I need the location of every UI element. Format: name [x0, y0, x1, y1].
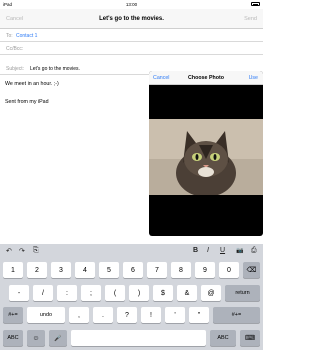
body-line-1[interactable]: We meet in an hour. ;-)	[5, 81, 59, 87]
key-8[interactable]: 8	[171, 262, 191, 278]
key-4[interactable]: 4	[75, 262, 95, 278]
to-recipient[interactable]: Contact 1	[16, 33, 37, 39]
key-comma[interactable]: ,	[69, 307, 89, 323]
key-exclamation[interactable]: !	[141, 307, 161, 323]
send-button[interactable]: Send	[244, 16, 257, 22]
key-quote[interactable]: "	[189, 307, 209, 323]
return-key[interactable]: return	[225, 285, 260, 301]
key-open-paren[interactable]: (	[105, 285, 125, 301]
space-bar[interactable]	[71, 330, 206, 346]
key-slash[interactable]: /	[33, 285, 53, 301]
choose-photo-popover: Cancel Choose Photo Use	[149, 71, 263, 236]
undo-key[interactable]: undo	[27, 307, 65, 323]
key-3[interactable]: 3	[51, 262, 71, 278]
bold-button[interactable]: B	[193, 247, 198, 254]
symbols-key-right[interactable]: #+=	[213, 307, 260, 323]
cat-photo	[149, 119, 263, 195]
picker-title: Choose Photo	[188, 75, 224, 81]
cc-bcc-label: Cc/Bcc:	[6, 46, 24, 52]
status-bar: iPad 13:00	[0, 0, 263, 9]
paste-icon[interactable]: ⎘	[33, 247, 39, 255]
key-question[interactable]: ?	[117, 307, 137, 323]
cc-bcc-field[interactable]: Cc/Bcc:	[0, 42, 263, 55]
key-9[interactable]: 9	[195, 262, 215, 278]
emoji-icon[interactable]: ☺	[27, 330, 45, 346]
photo-preview[interactable]	[149, 119, 263, 195]
key-colon[interactable]: :	[57, 285, 77, 301]
subject-label: Subject:	[6, 66, 25, 72]
compose-title: Let's go to the movies.	[99, 15, 164, 22]
battery-icon	[251, 2, 260, 6]
key-ampersand[interactable]: &	[177, 285, 197, 301]
symbols-key-left[interactable]: #+=	[3, 307, 23, 323]
keyboard: ↶ ↷ ⎘ B I U 📷 ⎙ 1 2 3 4 5 6 7 8 9 0 ⌫ - …	[0, 244, 263, 350]
key-1[interactable]: 1	[3, 262, 23, 278]
keyboard-toolbar: ↶ ↷ ⎘ B I U 📷 ⎙	[0, 244, 263, 258]
underline-button[interactable]: U	[220, 247, 225, 254]
body-signature[interactable]: Sent from my iPad	[5, 99, 49, 105]
picker-use-button[interactable]: Use	[249, 75, 258, 81]
to-label: To:	[6, 33, 13, 39]
key-close-paren[interactable]: )	[129, 285, 149, 301]
key-period[interactable]: .	[93, 307, 113, 323]
microphone-icon[interactable]: 🎤	[49, 330, 67, 346]
key-7[interactable]: 7	[147, 262, 167, 278]
key-6[interactable]: 6	[123, 262, 143, 278]
key-semicolon[interactable]: ;	[81, 285, 101, 301]
key-at[interactable]: @	[201, 285, 221, 301]
key-0[interactable]: 0	[219, 262, 239, 278]
delete-key[interactable]: ⌫	[243, 262, 260, 278]
abc-key-left[interactable]: ABC	[3, 330, 23, 346]
key-minus[interactable]: -	[9, 285, 29, 301]
attach-icon[interactable]: ⎙	[251, 247, 257, 255]
key-apostrophe[interactable]: '	[165, 307, 185, 323]
abc-key-right[interactable]: ABC	[210, 330, 236, 346]
to-field[interactable]: To: Contact 1	[0, 29, 263, 42]
key-5[interactable]: 5	[99, 262, 119, 278]
compose-navbar: Cancel Let's go to the movies. Send	[0, 9, 263, 29]
key-dollar[interactable]: $	[153, 285, 173, 301]
hide-keyboard-icon[interactable]: ⌨	[240, 330, 260, 346]
picker-header: Cancel Choose Photo Use	[149, 71, 263, 85]
subject-value[interactable]: Let's go to the movies.	[30, 66, 80, 72]
undo-icon[interactable]: ↶	[6, 247, 12, 255]
status-time: 13:00	[125, 2, 138, 7]
camera-icon[interactable]: 📷	[236, 247, 243, 254]
status-right	[251, 2, 260, 6]
key-2[interactable]: 2	[27, 262, 47, 278]
redo-icon[interactable]: ↷	[19, 247, 25, 255]
italic-button[interactable]: I	[207, 247, 209, 254]
